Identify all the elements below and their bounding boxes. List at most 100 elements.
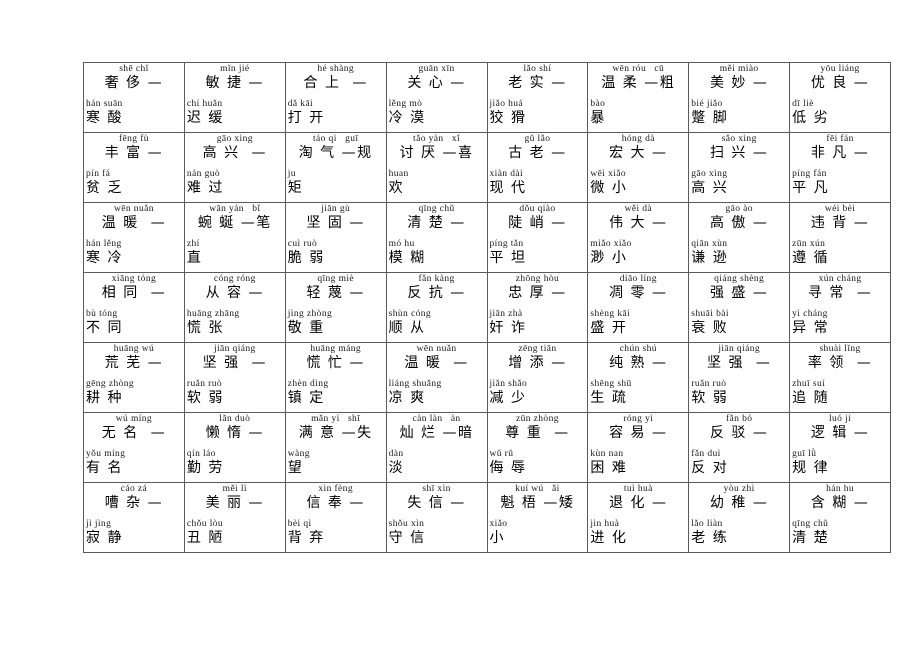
antonym-cell-inner: shuài lǐng 率 领 — zhuī suí 追 随	[791, 344, 890, 412]
antonym-cell[interactable]: dǒu qiào 陡 峭 — píng tǎn 平 坦	[486, 202, 589, 273]
antonym-cell[interactable]: wéi bèi 违 背 — zūn xún 遵 循	[789, 202, 891, 273]
antonym-cell[interactable]: shē chǐ 奢 侈 — hán suān 寒 酸	[83, 62, 185, 133]
antonym-cell[interactable]: gāo ào 高 傲 — qiān xùn 谦 逊	[688, 202, 791, 273]
antonym-cell-inner: wān yán bǐ 蜿 蜒 —笔 zhí 直	[185, 204, 284, 272]
antonym-cell-inner: yōu liáng 优 良 — dī liè 低 劣	[791, 64, 890, 132]
antonym-cell[interactable]: huāng máng 慌 忙 — zhèn dìng 镇 定	[284, 342, 387, 413]
headword-hanzi: 温 暖 —	[101, 215, 167, 231]
antonym-cell[interactable]: wú míng 无 名 — yǒu míng 有 名	[83, 412, 185, 483]
antonym-cell[interactable]: fēng fù 丰 富 — pín fá 贫 乏	[83, 132, 185, 203]
antonym-cell[interactable]: qiáng shèng 强 盛 — shuāi bài 衰 败	[688, 272, 791, 343]
headword-pinyin: lǎn duò	[219, 414, 251, 424]
antonym-block: qín láo 勤 劳	[187, 449, 284, 477]
antonym-cell[interactable]: hán hu 含 糊 — qīng chǔ 清 楚	[789, 482, 891, 553]
headword-hanzi: 美 丽 —	[205, 495, 265, 511]
antonym-pinyin: miǎo xiǎo	[590, 239, 632, 249]
antonym-cell[interactable]: huāng wú 荒 芜 — gēng zhòng 耕 种	[83, 342, 185, 413]
antonym-cell[interactable]: táo qì guī 淘 气 —规 ju 矩	[284, 132, 387, 203]
antonym-cell[interactable]: wěi dà 伟 大 — miǎo xiǎo 渺 小	[587, 202, 690, 273]
antonym-hanzi: 慌 张	[186, 320, 224, 336]
antonym-cell[interactable]: yōu liáng 优 良 — dī liè 低 劣	[789, 62, 891, 133]
headword-pinyin: cáo zá	[120, 484, 148, 494]
headword-block: wéi bèi 违 背 —	[791, 204, 890, 232]
antonym-cell[interactable]: měi miào 美 妙 — bié jiǎo 蹩 脚	[688, 62, 791, 133]
antonym-cell[interactable]: cóng róng 从 容 — huāng zhāng 慌 张	[183, 272, 286, 343]
antonym-cell[interactable]: wān yán bǐ 蜿 蜒 —笔 zhí 直	[183, 202, 286, 273]
headword-hanzi: 坚 强 —	[707, 355, 772, 371]
antonym-cell[interactable]: jiān qiáng 坚 强 — ruǎn ruò 软 弱	[183, 342, 286, 413]
antonym-cell[interactable]: hé shàng 合 上 — dǎ kāi 打 开	[284, 62, 387, 133]
antonym-cell[interactable]: xiāng tóng 相 同 — bù tóng 不 同	[83, 272, 185, 343]
antonym-pinyin: mó hu	[388, 239, 415, 249]
antonym-hanzi: 迟 缓	[186, 110, 224, 126]
antonym-cell[interactable]: cáo zá 嘈 杂 — jì jìng 寂 静	[83, 482, 185, 553]
antonym-hanzi: 打 开	[287, 110, 325, 126]
antonym-cell[interactable]: fǎn bó 反 驳 — fǎn duì 反 对	[688, 412, 791, 483]
headword-hanzi: 轻 蔑 —	[306, 285, 365, 301]
antonym-cell[interactable]: zēng tiān 增 添 — jiǎn shǎo 减 少	[486, 342, 589, 413]
antonym-cell-inner: càn làn àn 灿 烂 —暗 dàn 淡	[387, 414, 486, 482]
antonym-cell[interactable]: xún cháng 寻 常 — yì cháng 异 常	[789, 272, 891, 343]
headword-pinyin: huāng máng	[310, 344, 362, 354]
antonym-cell[interactable]: gǔ lǎo 古 老 — xiàn dài 现 代	[486, 132, 589, 203]
antonym-cell[interactable]: wēn nuǎn 温 暖 — hán lěng 寒 冷	[83, 202, 185, 273]
antonym-cell[interactable]: yòu zhì 幼 稚 — lǎo liàn 老 练	[688, 482, 791, 553]
antonym-cell[interactable]: xìn fèng 信 奉 — bèi qì 背 弃	[284, 482, 387, 553]
antonym-cell[interactable]: gāo xìng 高 兴 — nán guò 难 过	[183, 132, 286, 203]
antonym-cell-inner: yòu zhì 幼 稚 — lǎo liàn 老 练	[690, 484, 789, 552]
antonym-cell-inner: qīng chǔ 清 楚 — mó hu 模 糊	[387, 204, 486, 272]
antonym-cell-inner: fǎn kàng 反 抗 — shùn cóng 顺 从	[387, 274, 486, 342]
antonym-cell[interactable]: wēn nuǎn 温 暖 — liáng shuǎng 凉 爽	[385, 342, 488, 413]
antonym-cell[interactable]: fēi fán 非 凡 — píng fán 平 凡	[789, 132, 891, 203]
antonym-cell[interactable]: tuì huà 退 化 — jin huà 进 化	[587, 482, 690, 553]
antonym-cell-inner: shī xìn 失 信 — shǒu xìn 守 信	[387, 484, 486, 552]
antonym-cell[interactable]: jiān gù 坚 固 — cuì ruò 脆 弱	[284, 202, 387, 273]
headword-hanzi: 丰 富 —	[104, 145, 164, 161]
headword-pinyin: huāng wú	[113, 344, 155, 354]
antonym-cell[interactable]: kuí wú ǎi 魁 梧 —矮 xiǎo 小	[486, 482, 589, 553]
antonym-cell[interactable]: guān xīn 关 心 — lěng mò 冷 漠	[385, 62, 488, 133]
antonym-cell[interactable]: shuài lǐng 率 领 — zhuī suí 追 随	[789, 342, 891, 413]
antonym-cell[interactable]: qīng chǔ 清 楚 — mó hu 模 糊	[385, 202, 488, 273]
antonym-hanzi: 清 楚	[792, 530, 830, 546]
antonym-cell[interactable]: qīng miè 轻 蔑 — jìng zhòng 敬 重	[284, 272, 387, 343]
antonym-cell[interactable]: měi lì 美 丽 — chǒu lòu 丑 陋	[183, 482, 286, 553]
antonym-cell[interactable]: lǎo shí 老 实 — jiǎo huá 狡 猾	[486, 62, 589, 133]
antonym-cell[interactable]: diāo líng 凋 零 — shèng kāi 盛 开	[587, 272, 690, 343]
antonym-block: lěng mò 冷 漠	[389, 99, 486, 127]
antonym-cell[interactable]: lǎn duò 懒 惰 — qín láo 勤 劳	[183, 412, 286, 483]
antonym-cell[interactable]: luó jí 逻 辑 — guī lǜ 规 律	[789, 412, 891, 483]
antonym-cell[interactable]: càn làn àn 灿 烂 —暗 dàn 淡	[385, 412, 488, 483]
headword-pinyin: wéi bèi	[824, 204, 856, 214]
antonym-block: bèi qì 背 弃	[288, 519, 385, 547]
antonym-cell[interactable]: mǐn jié 敏 捷 — chí huǎn 迟 缓	[183, 62, 286, 133]
antonym-cell[interactable]: róng yì 容 易 — kùn nan 困 难	[587, 412, 690, 483]
antonym-cell[interactable]: mǎn yì shī 满 意 —失 wàng 望	[284, 412, 387, 483]
headword-hanzi: 满 意 —失	[298, 425, 373, 441]
antonym-pinyin: hán lěng	[86, 239, 122, 249]
antonym-cell[interactable]: wēn róu cū 温 柔 —粗 bào 暴	[587, 62, 690, 133]
antonym-block: fǎn duì 反 对	[691, 449, 788, 477]
antonym-cell-inner: zhōng hòu 忠 厚 — jiān zhà 奸 诈	[488, 274, 587, 342]
antonym-pinyin: ruǎn ruò	[186, 379, 222, 389]
antonym-hanzi: 追 随	[792, 390, 830, 406]
antonym-cell[interactable]: hóng dà 宏 大 — wēi xiǎo 微 小	[587, 132, 690, 203]
antonym-block: wàng 望	[288, 449, 385, 477]
antonym-cell[interactable]: zūn zhòng 尊 重 — wǔ rǔ 侮 辱	[486, 412, 589, 483]
antonym-cell[interactable]: zhōng hòu 忠 厚 — jiān zhà 奸 诈	[486, 272, 589, 343]
antonym-pinyin: bù tóng	[86, 309, 118, 319]
antonym-cell[interactable]: fǎn kàng 反 抗 — shùn cóng 顺 从	[385, 272, 488, 343]
headword-hanzi: 懒 惰 —	[205, 425, 265, 441]
antonym-pinyin: huan	[388, 169, 409, 179]
antonym-cell[interactable]: chún shú 纯 熟 — shēng shū 生 疏	[587, 342, 690, 413]
antonym-cell[interactable]: shī xìn 失 信 — shǒu xìn 守 信	[385, 482, 488, 553]
headword-hanzi: 魁 梧 —矮	[500, 495, 575, 511]
headword-hanzi: 嘈 杂 —	[104, 495, 164, 511]
antonym-pinyin: xiàn dài	[489, 169, 524, 179]
antonym-cell[interactable]: tǎo yàn xǐ 讨 厌 —喜 huan 欢	[385, 132, 488, 203]
antonym-cell[interactable]: jiān qiáng 坚 强 — ruǎn ruò 软 弱	[688, 342, 791, 413]
antonym-cell[interactable]: sǎo xìng 扫 兴 — gāo xìng 高 兴	[688, 132, 791, 203]
antonym-cell-inner: měi miào 美 妙 — bié jiǎo 蹩 脚	[690, 64, 789, 132]
antonym-hanzi: 反 对	[691, 460, 729, 476]
antonym-hanzi: 敬 重	[287, 320, 325, 336]
